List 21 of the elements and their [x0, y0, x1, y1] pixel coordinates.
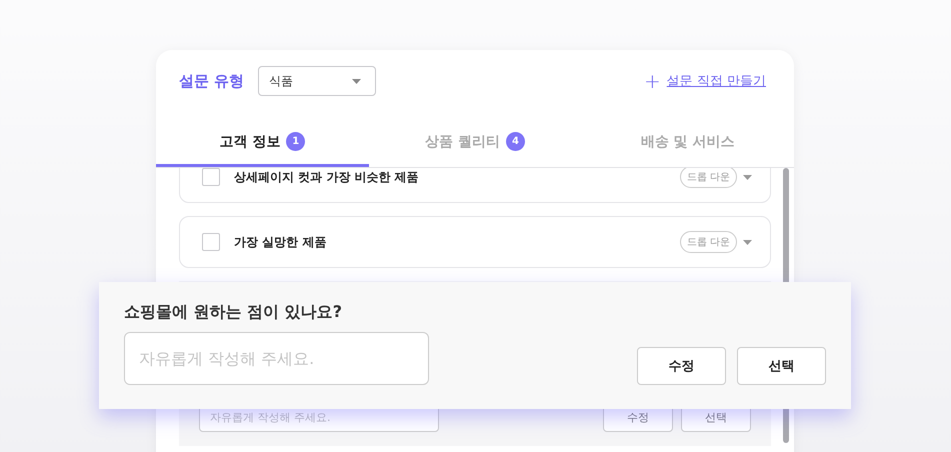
create-survey-link[interactable]: + 설문 직접 만들기 — [644, 71, 766, 91]
count-badge: 1 — [286, 132, 306, 151]
answer-field[interactable]: 자유롭게 작성해 주세요. — [124, 332, 429, 385]
caret-icon — [352, 78, 362, 84]
tab[interactable]: 상품 퀄리티 4 — [368, 119, 582, 167]
question-label: 가장 실망한 제품 — [234, 234, 328, 250]
survey-type-label: 설문 유형 — [179, 72, 244, 90]
count-badge: 4 — [506, 132, 525, 151]
tab[interactable]: 배송 및 서비스 — [581, 119, 794, 167]
dropdown-tag[interactable]: 드롭 다운 — [680, 231, 737, 253]
tab[interactable]: 고객 정보 1 — [156, 119, 369, 167]
checkbox[interactable] — [202, 168, 220, 186]
question-label: 상세페이지 컷과 가장 비슷한 제품 — [234, 168, 420, 186]
action-button[interactable]: 선택 — [737, 347, 826, 385]
type-select[interactable]: 식품 — [258, 66, 376, 96]
checkbox[interactable] — [202, 233, 220, 251]
dropdown-tag[interactable]: 드롭 다운 — [680, 168, 737, 188]
caret-icon — [743, 240, 752, 244]
action-button[interactable]: 수정 — [637, 347, 726, 385]
question-title: 쇼핑몰에 원하는 점이 있나요? — [124, 302, 343, 323]
caret-icon — [743, 174, 752, 180]
